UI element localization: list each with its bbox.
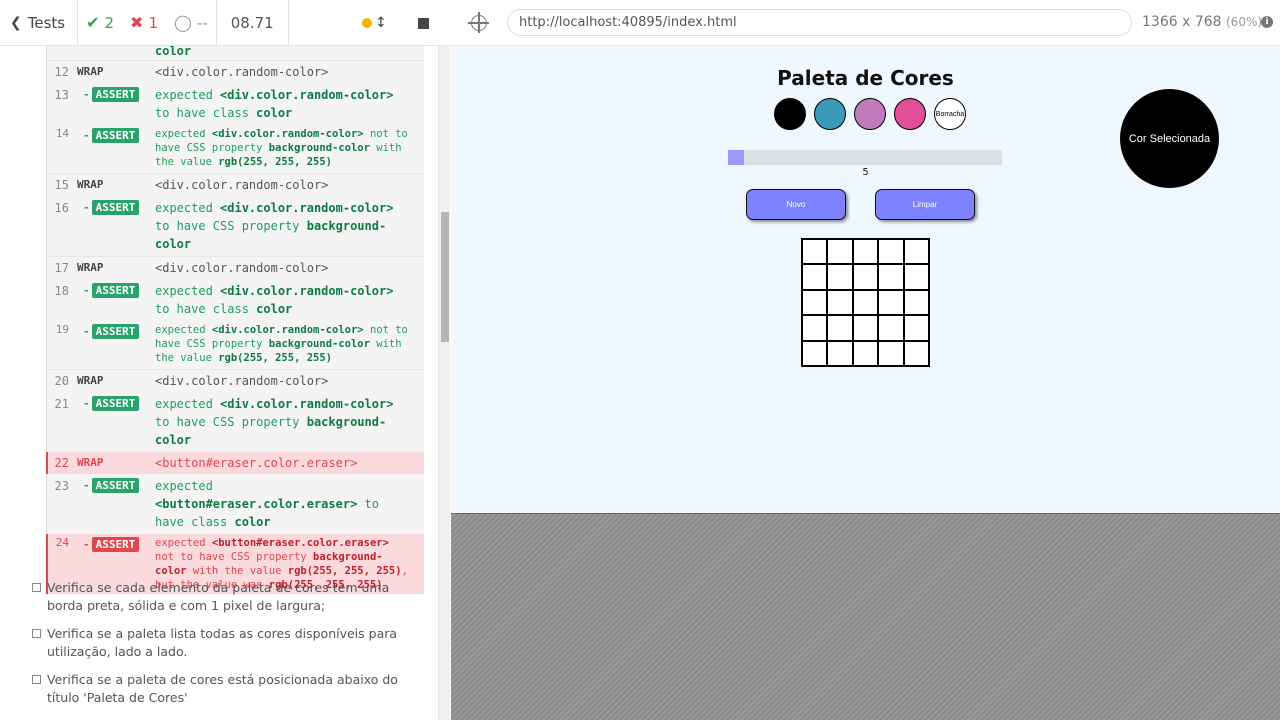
test-item[interactable]: Verifica se a paleta lista todas as core… bbox=[32, 625, 412, 661]
spinner-icon: ◯ bbox=[174, 13, 192, 32]
pixel[interactable] bbox=[802, 315, 828, 341]
stop-button[interactable] bbox=[418, 0, 429, 46]
command-row[interactable]: 20 WRAP <div.color.random-color> bbox=[47, 369, 424, 392]
pixel-board bbox=[801, 238, 930, 367]
command-row-failed[interactable]: 22 WRAP <button#eraser.color.eraser> bbox=[46, 452, 424, 474]
pixel[interactable] bbox=[802, 340, 828, 366]
pixel[interactable] bbox=[852, 315, 879, 341]
browser-toolbar: http://localhost:40895/index.html 1366 x… bbox=[451, 0, 1280, 46]
command-row[interactable]: 17 WRAP <div.color.random-color> bbox=[47, 256, 424, 279]
vertical-arrows-icon: ↕ bbox=[375, 15, 387, 31]
test-item[interactable]: Verifica se cada elemento da paleta de c… bbox=[32, 579, 412, 615]
viewport-backdrop bbox=[451, 513, 1280, 720]
log-scrollbar[interactable] bbox=[438, 46, 450, 720]
info-icon[interactable]: i bbox=[1261, 16, 1273, 28]
url-bar[interactable]: http://localhost:40895/index.html bbox=[507, 9, 1132, 36]
command-row[interactable]: 21 - ASSERT expected <div.color.random-co… bbox=[47, 392, 424, 452]
test-list: Verifica se cada elemento da paleta de c… bbox=[32, 579, 412, 717]
back-to-tests-button[interactable]: ❮ Tests bbox=[0, 0, 79, 45]
passed-count[interactable]: ✔ 2 bbox=[78, 0, 122, 45]
pixel[interactable] bbox=[852, 239, 879, 265]
command-list: color 12 WRAP <div.color.random-color> 1… bbox=[46, 46, 424, 594]
pixel[interactable] bbox=[878, 264, 904, 290]
board-size-slider-fill bbox=[728, 150, 744, 165]
check-icon: ✔ bbox=[86, 13, 100, 32]
command-row[interactable]: 14 - ASSERT expected <div.color.random-co… bbox=[47, 125, 424, 173]
pixel[interactable] bbox=[903, 239, 929, 265]
log-fragment: color bbox=[155, 46, 192, 58]
selected-color-display: Cor Selecionada bbox=[1120, 89, 1219, 188]
cross-icon: ✖ bbox=[130, 13, 144, 32]
pixel[interactable] bbox=[802, 264, 828, 290]
pixel[interactable] bbox=[903, 264, 929, 290]
pixel[interactable] bbox=[878, 289, 904, 316]
pixel[interactable] bbox=[827, 239, 853, 265]
checkbox-icon bbox=[32, 675, 41, 684]
failed-count[interactable]: ✖ 1 bbox=[122, 0, 166, 45]
chevron-left-icon: ❮ bbox=[10, 14, 22, 31]
stop-icon bbox=[418, 17, 429, 29]
log-scrollbar-thumb[interactable] bbox=[441, 212, 449, 342]
pixel[interactable] bbox=[903, 340, 929, 366]
checkbox-icon bbox=[32, 583, 41, 592]
pending-count[interactable]: ◯ -- bbox=[166, 0, 216, 45]
palette-color-2[interactable] bbox=[854, 98, 886, 130]
pixel[interactable] bbox=[878, 315, 904, 341]
test-item[interactable]: Verifica se a paleta de cores está posic… bbox=[32, 671, 412, 707]
command-row[interactable]: 19 - ASSERT expected <div.color.random-co… bbox=[47, 321, 424, 369]
pixel[interactable] bbox=[827, 264, 853, 290]
pixel[interactable] bbox=[827, 340, 853, 366]
pixel[interactable] bbox=[852, 289, 879, 316]
palette-color-1[interactable] bbox=[814, 98, 846, 130]
checkbox-icon bbox=[32, 629, 41, 638]
color-palette: Borracha bbox=[774, 98, 974, 130]
pixel[interactable] bbox=[878, 239, 904, 265]
pixel[interactable] bbox=[802, 289, 828, 316]
page-title: Paleta de Cores bbox=[777, 66, 954, 90]
command-row[interactable]: 23 - ASSERT expected <button#eraser.color… bbox=[47, 474, 424, 534]
pixel[interactable] bbox=[878, 340, 904, 366]
clear-board-button[interactable]: Limpar bbox=[875, 189, 975, 220]
auto-scroll-toggle[interactable]: ↕ bbox=[362, 0, 387, 46]
command-log[interactable]: color 12 WRAP <div.color.random-color> 1… bbox=[0, 46, 438, 720]
command-row[interactable]: 13 - ASSERT expected <div.color.random-co… bbox=[47, 83, 424, 125]
selector-playground-icon[interactable] bbox=[468, 12, 489, 33]
palette-color-black[interactable] bbox=[774, 98, 806, 130]
eraser-button[interactable]: Borracha bbox=[934, 98, 966, 130]
pixel[interactable] bbox=[802, 239, 828, 265]
pixel[interactable] bbox=[903, 289, 929, 316]
app-viewport: Paleta de Cores Borracha 5 Novo Limpar C… bbox=[451, 46, 1280, 513]
command-row[interactable]: 18 - ASSERT expected <div.color.random-co… bbox=[47, 279, 424, 321]
pixel[interactable] bbox=[827, 289, 853, 316]
board-size-slider[interactable] bbox=[728, 150, 1002, 165]
runner-header: ❮ Tests ✔ 2 ✖ 1 ◯ -- 08.71 ↕ bbox=[0, 0, 450, 46]
run-duration: 08.71 bbox=[215, 0, 289, 45]
palette-color-3[interactable] bbox=[894, 98, 926, 130]
pixel[interactable] bbox=[852, 264, 879, 290]
command-row[interactable]: 12 WRAP <div.color.random-color> bbox=[47, 60, 424, 83]
command-row[interactable]: 15 WRAP <div.color.random-color> bbox=[47, 173, 424, 196]
status-dot-icon bbox=[362, 18, 372, 28]
pixel[interactable] bbox=[852, 340, 879, 366]
command-row[interactable]: 16 - ASSERT expected <div.color.random-co… bbox=[47, 196, 424, 256]
viewport-size: 1366 x 768 (60%) bbox=[1142, 14, 1263, 30]
pixel[interactable] bbox=[903, 315, 929, 341]
tests-label: Tests bbox=[27, 13, 66, 32]
new-board-button[interactable]: Novo bbox=[746, 189, 846, 220]
pixel[interactable] bbox=[827, 315, 853, 341]
